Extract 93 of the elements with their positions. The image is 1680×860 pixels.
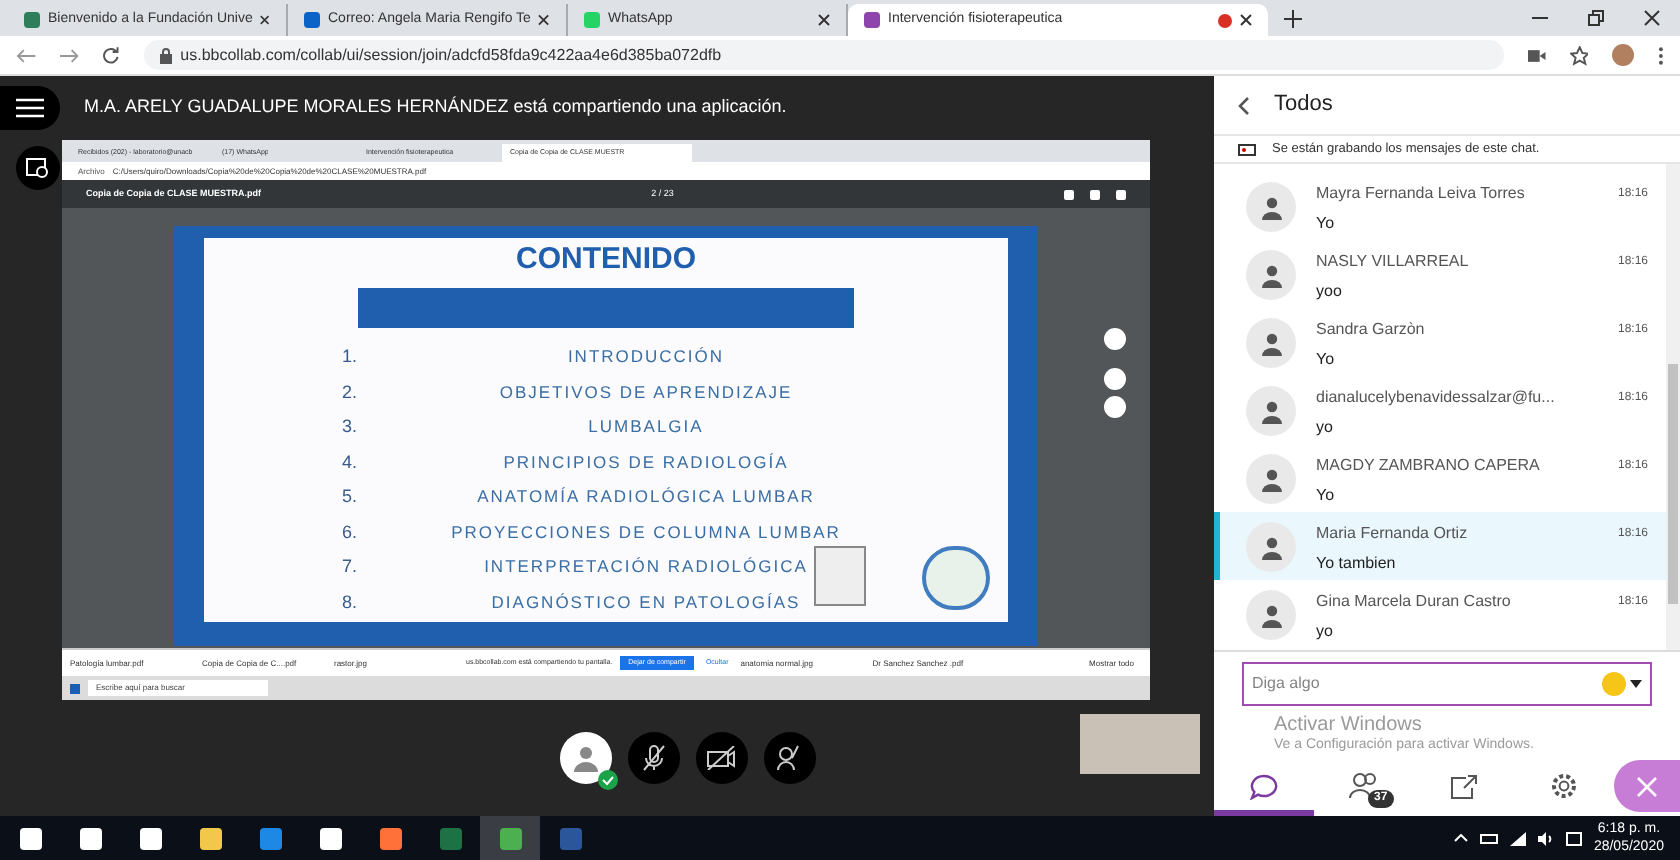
message-text: yo [1316,620,1335,644]
recording-icon [1238,143,1256,155]
chevron-up-icon[interactable] [1453,834,1468,842]
inspect-button[interactable] [16,146,60,190]
crest-logo [814,546,866,606]
more-options-icon[interactable] [1658,45,1664,65]
person-icon [1259,399,1283,423]
close-icon[interactable] [260,14,270,26]
message-text: Yo [1316,484,1337,508]
item-number: 4. [340,449,360,475]
contents-item: PRINCIPIOS DE RADIOLOGÍA [501,449,791,476]
contents-item: INTERPRETACIÓN RADIOLÓGICA [482,554,810,581]
check-icon [597,770,617,790]
activation-watermark-title: Activar Windows [1274,716,1424,736]
message-input[interactable]: Diga algo [1242,662,1652,706]
inspect-icon [26,157,50,179]
raised-hand-icon [776,744,802,772]
contents-item: DIAGNÓSTICO EN PATOLOGÍAS [489,589,803,616]
microphone-muted-button[interactable] [627,732,679,784]
raise-hand-button[interactable] [763,732,815,784]
tab-favicon-icon [584,12,600,28]
item-number: 7. [340,554,360,580]
faculty-logo [922,546,990,610]
close-button[interactable] [1614,760,1680,812]
back-icon[interactable] [1238,95,1250,115]
person-icon [1259,263,1283,287]
tab-favicon-icon [304,12,320,28]
message-text: Yo [1316,348,1337,372]
camera-off-button[interactable] [695,732,747,784]
windows-start-icon[interactable] [70,683,80,693]
contents-item: LUMBALGIA [586,414,706,441]
item-number: 2. [340,379,360,405]
caret-icon[interactable] [1630,680,1642,688]
close-icon[interactable] [1240,14,1252,26]
menu-button[interactable] [0,86,60,130]
forward-icon[interactable] [59,47,79,63]
reload-icon[interactable] [102,46,121,64]
slide-title: CONTENIDO [516,242,696,278]
address-bar[interactable]: us.bbcollab.com/collab/ui/session/join/adcfd58fda9c422aa4e6d385ba072dfb [144,40,1504,70]
item-number: 8. [340,589,360,615]
tab-favicon-icon [24,12,40,28]
message-text: Yo [1316,212,1337,236]
person-icon [1259,603,1283,627]
person-icon [1259,467,1283,491]
chat-bubble-icon [1250,774,1278,800]
sender-name: dianalucelybenavidessalzar@fu... [1316,386,1557,410]
close-icon[interactable] [1644,10,1660,26]
sender-name: NASLY VILLARREAL [1316,250,1471,274]
close-icon[interactable] [538,14,550,26]
message-input-field[interactable]: Diga algo [1252,672,1602,696]
avatar-icon[interactable] [1612,44,1635,66]
person-icon [571,744,599,772]
sharing-banner-text: M.A. ARELY GUADALUPE MORALES HERNÁNDEZ está compartiendo una aplicación. [84,94,787,121]
lock-icon [160,47,173,63]
message-text: Yo tambien [1316,552,1398,576]
sender-name: Sandra Garzòn [1316,318,1427,342]
sender-name: Gina Marcela Duran Castro [1316,590,1513,614]
tab-favicon-icon [864,12,880,28]
item-number: 3. [340,414,360,440]
chat-title: Todos [1274,90,1333,121]
notification-icon[interactable] [1565,831,1582,845]
camera-icon[interactable] [1527,49,1546,61]
close-icon [1636,775,1658,797]
item-number: 6. [340,519,360,545]
new-tab-icon[interactable] [1284,10,1302,28]
taskbar-chrome-button[interactable] [480,816,540,860]
restore-icon[interactable] [1588,10,1604,26]
sender-name: MAGDY ZAMBRANO CAPERA [1316,454,1542,478]
network-icon[interactable] [1509,831,1526,845]
contents-item: OBJETIVOS DE APRENDIZAJE [497,379,795,406]
share-icon [1450,774,1478,800]
close-icon[interactable] [818,14,830,26]
scrollbar[interactable] [1666,164,1680,650]
person-icon [1259,195,1283,219]
sender-name: Maria Fernanda Ortiz [1316,522,1470,546]
sender-name: Mayra Fernanda Leiva Torres [1316,182,1527,206]
message-text: yoo [1316,280,1344,304]
settings-icon [1550,772,1578,800]
battery-icon[interactable] [1479,833,1498,843]
camera-off-icon [706,746,736,770]
message-text: yo [1316,416,1335,440]
video-thumbnail [1080,714,1200,774]
star-icon[interactable] [1569,45,1589,65]
person-icon [1259,535,1283,559]
volume-icon[interactable] [1537,831,1554,845]
contents-item: INTRODUCCIÓN [565,344,727,371]
microphone-muted-icon [639,744,667,772]
item-number: 5. [340,484,360,510]
contents-item: PROYECCIONES DE COLUMNA LUMBAR [449,519,843,546]
person-icon [1259,331,1283,355]
item-number: 1. [340,344,360,370]
contents-item: ANATOMÍA RADIOLÓGICA LUMBAR [475,484,817,511]
menu-icon [16,98,44,118]
